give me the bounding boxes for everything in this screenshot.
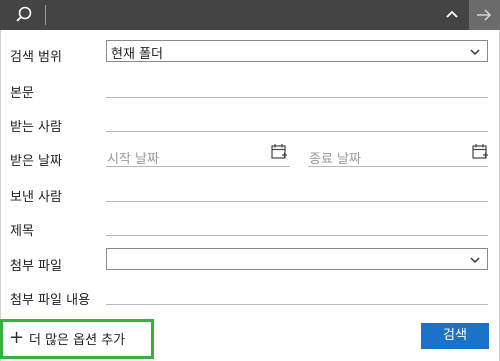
body-input[interactable] bbox=[106, 97, 488, 98]
end-date-placeholder: 종료 날짜 bbox=[309, 152, 361, 167]
from-input[interactable] bbox=[106, 201, 488, 202]
search-icon bbox=[16, 6, 32, 22]
attachment-dropdown[interactable] bbox=[106, 248, 488, 270]
add-more-options-button[interactable]: + 더 많은 옵션 추가 bbox=[0, 319, 154, 359]
advanced-search-panel bbox=[0, 30, 500, 361]
chevron-down-icon bbox=[470, 49, 480, 56]
start-date-input[interactable] bbox=[106, 166, 290, 167]
next-button[interactable] bbox=[472, 4, 496, 26]
next-button-area bbox=[469, 0, 500, 30]
received-date-label: 받은 날짜 bbox=[10, 154, 62, 169]
scope-label: 검색 범위 bbox=[10, 50, 62, 65]
search-toolbar bbox=[0, 0, 500, 30]
attachment-label: 첨부 파일 bbox=[10, 259, 62, 274]
scope-dropdown[interactable]: 현재 폴더 bbox=[106, 40, 488, 62]
plus-icon: + bbox=[9, 327, 25, 348]
to-label: 받는 사람 bbox=[10, 120, 62, 135]
toolbar-separator bbox=[45, 5, 46, 25]
search-submit-button[interactable]: 검색 bbox=[421, 323, 489, 349]
subject-input[interactable] bbox=[106, 235, 488, 236]
scope-value: 현재 폴더 bbox=[111, 47, 163, 62]
body-label: 본문 bbox=[10, 86, 34, 101]
arrow-right-icon bbox=[477, 9, 491, 21]
attachment-contents-label: 첨부 파일 내용 bbox=[10, 293, 91, 308]
subject-label: 제목 bbox=[10, 224, 34, 239]
add-more-options-label: 더 많은 옵션 추가 bbox=[29, 333, 126, 348]
collapse-button[interactable] bbox=[440, 4, 464, 26]
calendar-icon[interactable] bbox=[471, 143, 489, 161]
end-date-input[interactable] bbox=[308, 166, 488, 167]
search-button-icon[interactable] bbox=[10, 4, 38, 26]
calendar-icon[interactable] bbox=[270, 143, 288, 161]
attachment-contents-input[interactable] bbox=[106, 304, 488, 305]
start-date-placeholder: 시작 날짜 bbox=[107, 152, 159, 167]
chevron-down-icon bbox=[470, 257, 480, 264]
chevron-up-icon bbox=[446, 10, 458, 18]
to-input[interactable] bbox=[106, 131, 488, 132]
from-label: 보낸 사람 bbox=[10, 190, 62, 205]
